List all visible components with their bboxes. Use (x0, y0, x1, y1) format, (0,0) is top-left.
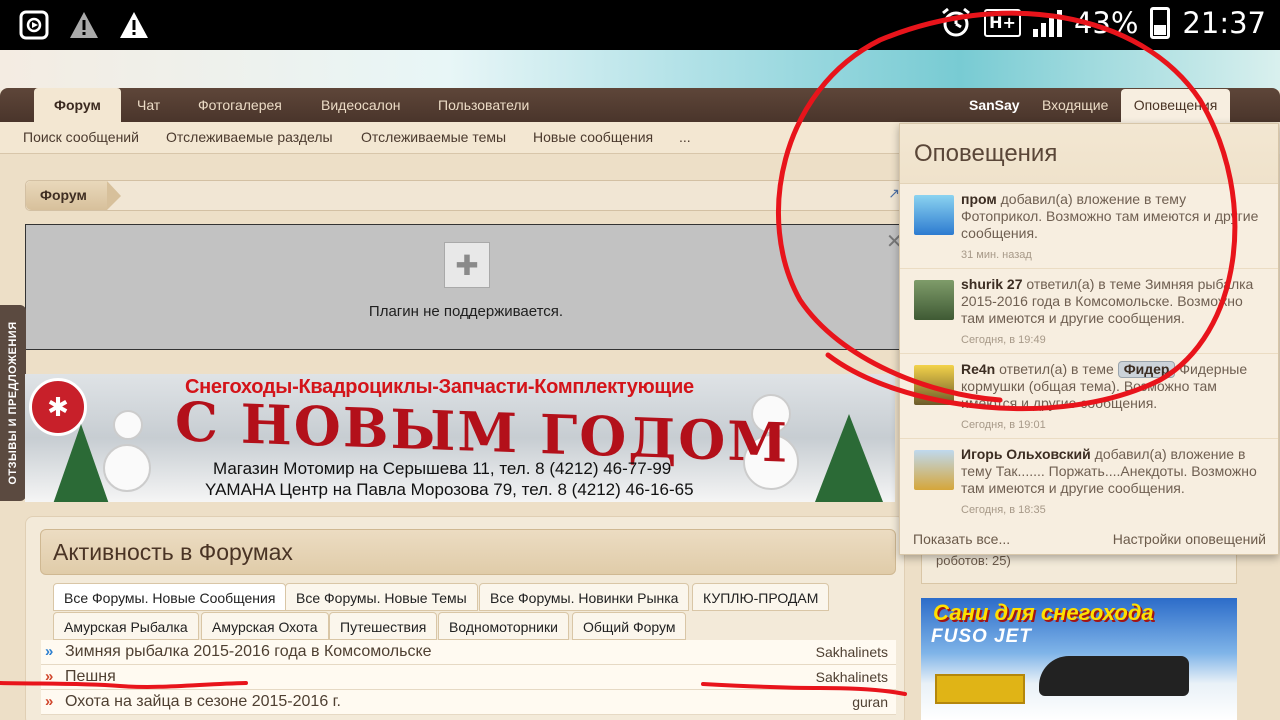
notification-user[interactable]: Re4n (961, 361, 995, 377)
tab-amur-hunting[interactable]: Амурская Охота (201, 612, 329, 640)
puzzle-icon: ✚ (444, 242, 490, 288)
tab-chat[interactable]: Чат (137, 88, 160, 122)
prefix-badge: Фидер (1117, 361, 1176, 378)
warning-icon (68, 9, 100, 41)
thread-author[interactable]: Sakhalinets (816, 644, 888, 660)
notification-item[interactable]: Re4n ответил(а) в теме Фидер Фидерные ко… (900, 355, 1278, 439)
notification-time: Сегодня, в 19:49 (961, 334, 1046, 346)
subnav-new-posts[interactable]: Новые сообщения (533, 122, 653, 152)
breadcrumb-forum[interactable]: Форум (26, 181, 121, 210)
notifications-header: Оповещения (900, 124, 1278, 184)
double-arrow-icon: » (45, 693, 54, 710)
feedback-tab[interactable]: ОТЗЫВЫ И ПРЕДЛОЖЕНИЯ (0, 305, 26, 501)
battery-icon (1150, 7, 1171, 39)
promo-brand: FUSO JET (931, 626, 1032, 647)
avatar[interactable] (914, 450, 954, 490)
avatar[interactable] (914, 280, 954, 320)
banner-address-2: YAMAHA Центр на Павла Морозова 79, тел. … (205, 480, 694, 499)
breadcrumb: Форум ↗ (25, 180, 905, 211)
status-bar: H+ 43% 21:37 (0, 0, 1280, 50)
tree-icon (815, 414, 883, 502)
notification-time: Сегодня, в 19:01 (961, 419, 1046, 431)
tab-forum[interactable]: Форум (34, 88, 121, 122)
tab-all-new-threads[interactable]: Все Форумы. Новые Темы (285, 583, 478, 611)
show-all-link[interactable]: Показать все... (913, 531, 1010, 547)
alarm-icon (940, 7, 972, 39)
clock: 21:37 (1182, 6, 1266, 40)
subnav-watched-threads[interactable]: Отслеживаемые темы (361, 122, 506, 152)
table-row[interactable]: » Пешня Sakhalinets (41, 665, 896, 690)
online-count: роботов: 25) (936, 553, 1011, 568)
tab-gallery[interactable]: Фотогалерея (198, 88, 282, 122)
double-arrow-icon: » (45, 668, 54, 685)
double-arrow-icon: » (45, 643, 54, 660)
warning-icon (118, 9, 150, 41)
avatar[interactable] (914, 365, 954, 405)
forum-activity: Активность в Форумах Все Форумы. Новые С… (25, 516, 905, 720)
notification-item[interactable]: Игорь Ольховский добавил(а) вложение в т… (900, 440, 1278, 524)
tab-users[interactable]: Пользователи (438, 88, 529, 122)
user-menu[interactable]: SanSay (969, 88, 1020, 122)
header-background (0, 50, 1280, 90)
ad-banner[interactable]: ✱ Снегоходы-Квадроциклы-Запчасти-Комплек… (25, 374, 895, 502)
notification-text[interactable]: ответил(а) в теме (999, 361, 1114, 377)
tab-travel[interactable]: Путешествия (329, 612, 438, 640)
subnav-watched-forums[interactable]: Отслеживаемые разделы (166, 122, 333, 152)
subnav-more[interactable]: ... (679, 122, 691, 152)
network-type: H+ (984, 9, 1021, 37)
table-row[interactable]: » Охота на зайца в сезоне 2015-2016 г. g… (41, 690, 896, 715)
tab-all-new-posts[interactable]: Все Форумы. Новые Сообщения (53, 583, 287, 611)
tab-boating[interactable]: Водномоторники (438, 612, 569, 640)
thread-author[interactable]: Sakhalinets (816, 669, 888, 685)
table-row[interactable]: » Зимняя рыбалка 2015-2016 года в Комсом… (41, 640, 896, 665)
plugin-placeholder: ✚ Плагин не поддерживается. ✕ (25, 224, 905, 350)
thread-author[interactable]: guran (852, 694, 888, 710)
banner-address-1: Магазин Мотомир на Серышева 11, тел. 8 (… (213, 459, 672, 478)
feedback-label: ОТЗЫВЫ И ПРЕДЛОЖЕНИЯ (7, 321, 19, 485)
notifications-title: Оповещения (914, 140, 1058, 167)
notification-item[interactable]: пром добавил(а) вложение в тему Фотоприк… (900, 185, 1278, 269)
avatar[interactable] (914, 195, 954, 235)
inbox-link[interactable]: Входящие (1042, 88, 1108, 122)
tab-buy-sell[interactable]: КУПЛЮ-ПРОДАМ (692, 583, 830, 611)
cargo-sled-icon (935, 674, 1025, 704)
notification-time: 31 мин. назад (961, 249, 1032, 261)
notification-text[interactable]: добавил(а) вложение в тему Фотоприкол. В… (961, 191, 1258, 241)
tab-general[interactable]: Общий Форум (572, 612, 687, 640)
tab-market-news[interactable]: Все Форумы. Новинки Рынка (479, 583, 690, 611)
notification-user[interactable]: Игорь Ольховский (961, 446, 1091, 462)
notification-item[interactable]: shurik 27 ответил(а) в теме Зимняя рыбал… (900, 270, 1278, 354)
tree-icon (53, 424, 109, 502)
media-icon (18, 9, 50, 41)
signal-icon (1032, 9, 1062, 37)
notification-time: Сегодня, в 18:35 (961, 504, 1046, 516)
promo-title: Сани для снегохода (933, 600, 1154, 625)
alerts-tab[interactable]: Оповещения (1121, 89, 1230, 125)
tab-amur-fishing[interactable]: Амурская Рыбалка (53, 612, 199, 640)
alert-settings-link[interactable]: Настройки оповещений (1113, 531, 1266, 547)
notifications-dropdown: Оповещения пром добавил(а) вложение в те… (899, 123, 1279, 555)
snowmobile-icon (1039, 656, 1189, 696)
tab-video[interactable]: Видеосалон (321, 88, 401, 122)
battery-percent: 43% (1073, 6, 1139, 40)
thread-title[interactable]: Зимняя рыбалка 2015-2016 года в Комсомол… (65, 643, 432, 661)
thread-title[interactable]: Охота на зайца в сезоне 2015-2016 г. (65, 693, 341, 711)
main-nav: Форум Чат Фотогалерея Видеосалон Пользов… (0, 88, 1280, 122)
sidebar-ad-banner[interactable]: Сани для снегохода FUSO JET (921, 598, 1237, 720)
activity-title: Активность в Форумах (40, 529, 896, 575)
notification-user[interactable]: shurik 27 (961, 276, 1022, 292)
thread-title[interactable]: Пешня (65, 668, 116, 686)
subnav-search[interactable]: Поиск сообщений (23, 122, 139, 152)
notification-user[interactable]: пром (961, 191, 997, 207)
plugin-message: Плагин не поддерживается. (368, 303, 564, 320)
snowman-icon (103, 444, 151, 492)
notifications-footer: Показать все... Настройки оповещений (900, 524, 1278, 554)
sub-nav: Поиск сообщений Отслеживаемые разделы От… (0, 122, 900, 154)
